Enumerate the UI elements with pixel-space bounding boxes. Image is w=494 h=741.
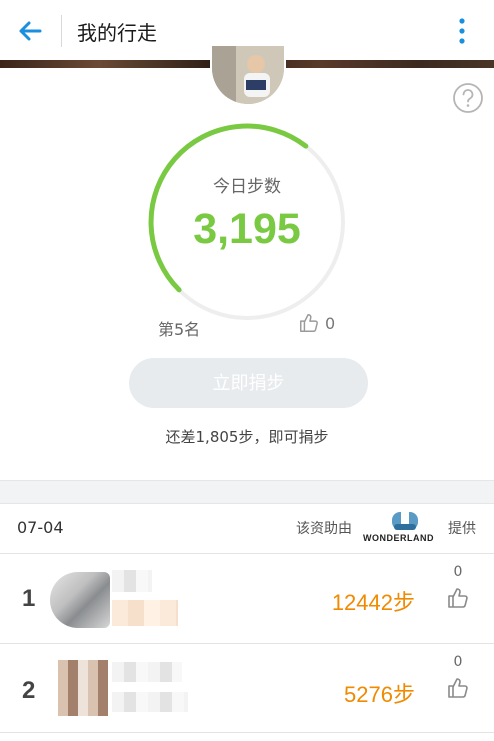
rank-text: 第5名 [158,320,201,339]
thumbs-up-icon[interactable] [298,312,320,334]
avatar[interactable] [58,660,108,716]
donate-steps-button[interactable]: 立即捐步 [129,358,368,408]
like-count: 0 [453,564,463,580]
divider [0,732,494,733]
like-count: 0 [325,314,336,333]
section-divider [0,480,494,504]
page-title: 我的行走 [77,21,157,45]
sponsor-prefix: 该资助由 [296,521,352,537]
more-vertical-icon[interactable] [452,16,472,46]
row-steps: 12442步 [331,590,415,615]
divider [61,15,62,47]
divider [0,553,494,554]
avatar[interactable] [50,572,110,628]
divider [0,643,494,644]
user-name-blurred [112,570,188,626]
row-steps: 5276步 [344,682,415,707]
today-steps-label: 今日步数 [213,177,281,197]
sponsor-logo-text: WONDERLAND [363,533,434,543]
row-rank: 2 [22,677,36,704]
user-name-blurred [112,662,188,718]
thumbs-up-icon[interactable] [446,586,470,610]
row-rank: 1 [22,585,36,612]
arrow-left-icon[interactable] [14,15,46,47]
sponsor-suffix: 提供 [448,521,476,537]
today-steps-value: 3,195 [193,205,301,253]
remaining-steps-text: 还差1,805步，即可捐步 [165,428,329,446]
ranking-date: 07-04 [17,518,64,537]
avatar[interactable] [210,46,286,106]
help-icon[interactable] [452,82,484,114]
like-count: 0 [453,654,463,670]
thumbs-up-icon[interactable] [446,676,470,700]
